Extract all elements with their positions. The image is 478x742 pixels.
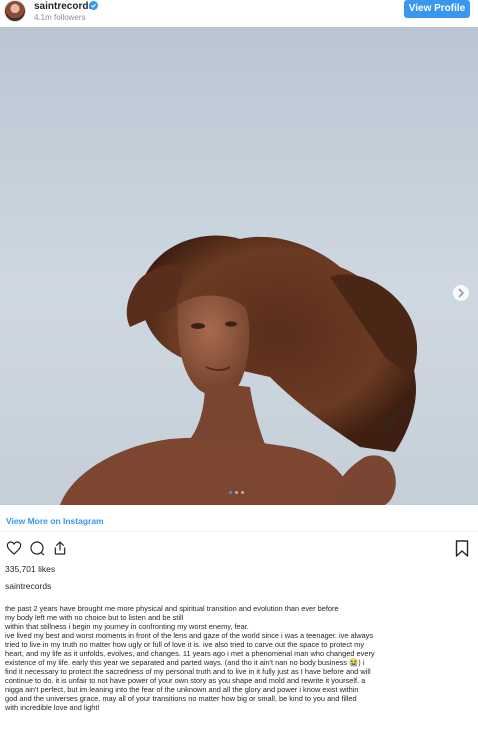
heart-icon [6,541,22,555]
view-more-link[interactable]: View More on Instagram [6,516,104,526]
caption-line: continue to do. it is unfair to not have… [5,676,366,685]
caption-line: find it necessary to protect the sacredn… [5,667,371,676]
next-image-button[interactable] [453,285,469,301]
caption-line: nigga ain't perfect, but im leaning into… [5,685,359,694]
caption-line: god and the universes grace. may all of … [5,694,357,703]
username[interactable]: saintrecords [34,1,94,12]
carousel-dot [241,491,244,494]
caption-line: ive lived my best and worst moments in f… [5,631,374,640]
divider [0,531,478,532]
like-count: 335,701 likes [5,564,56,574]
caption-line: existence of my life. early this year we… [5,658,365,667]
portrait-image [0,27,478,505]
avatar[interactable] [4,0,26,22]
like-button[interactable] [6,540,22,556]
post-caption: the past 2 years have brought me more ph… [5,604,473,712]
view-profile-button[interactable]: View Profile [404,0,470,18]
caption-line: tried to live in my truth no matter how … [5,640,365,649]
chevron-right-icon [458,288,465,298]
comment-icon [30,541,45,556]
bookmark-icon[interactable] [455,540,469,557]
post-author[interactable]: saintrecords [5,581,51,591]
carousel-indicator [229,491,244,495]
share-button[interactable] [52,540,68,556]
verified-badge-icon [89,1,98,10]
caption-line: within that stillness i begin my journey… [5,622,249,631]
comment-button[interactable] [29,540,45,556]
caption-line: with incredible love and light! [5,703,100,712]
caption-line: my body left me with no choice but to li… [5,613,184,622]
post-header: saintrecords 4.1m followers View Profile [0,0,478,27]
caption-line: the past 2 years have brought me more ph… [5,604,339,613]
carousel-dot-active [229,491,232,494]
post-photo[interactable] [0,27,478,505]
share-icon [54,541,66,555]
caption-line: heart, and my life as it unfolds, evolve… [5,649,375,658]
follower-count: 4.1m followers [34,13,86,22]
carousel-dot [235,491,238,494]
